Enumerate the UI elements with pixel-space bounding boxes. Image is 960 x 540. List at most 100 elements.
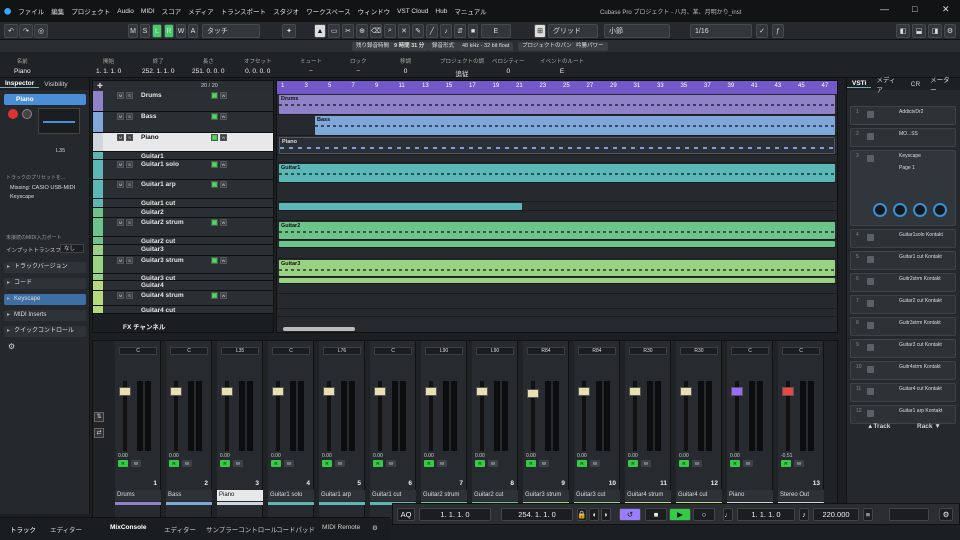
quick-control-knob[interactable] bbox=[933, 203, 947, 217]
instrument-name[interactable]: Guitr3strm Kontakt bbox=[899, 320, 941, 326]
write-button[interactable]: W bbox=[335, 460, 345, 467]
instrument-slot[interactable]: 1 AddictvDr2 bbox=[850, 106, 956, 125]
track-name[interactable]: Guitar1 bbox=[141, 153, 164, 159]
instrument-slot[interactable]: 7 Guitar2 cut Kontakt bbox=[850, 295, 956, 314]
channel-name[interactable]: Guitar1 solo bbox=[268, 490, 314, 501]
track-row[interactable]: Guitar1 arp M S R W bbox=[93, 180, 273, 199]
track-row[interactable]: Guitar1 cut bbox=[93, 199, 273, 208]
auto-quantize-button[interactable]: AQ bbox=[397, 508, 415, 521]
channel-name[interactable]: Guitar2 cut bbox=[472, 490, 518, 501]
track-s-button[interactable]: S bbox=[126, 181, 133, 188]
track-m-button[interactable]: M bbox=[117, 161, 124, 168]
pan-control[interactable]: L90 bbox=[476, 347, 514, 355]
comp-tool-icon[interactable]: ⇵ bbox=[454, 24, 466, 38]
track-lane[interactable] bbox=[277, 183, 837, 202]
channel-name[interactable]: Guitar4 strum bbox=[625, 490, 671, 501]
instrument-slot[interactable]: 11 Guitar4 cut Kontakt bbox=[850, 383, 956, 402]
track-s-button[interactable]: S bbox=[126, 92, 133, 99]
info-length[interactable]: 長さ 251. 0. 0. 0 bbox=[192, 57, 225, 75]
info-root[interactable]: イベントのルート E bbox=[540, 57, 584, 75]
track-m-button[interactable]: M bbox=[117, 292, 124, 299]
midi-input-value[interactable]: Missing: CASIO USB-MIDI bbox=[10, 185, 75, 191]
track-m-button[interactable]: M bbox=[117, 181, 124, 188]
info-velocity[interactable]: ベロシティー 0 bbox=[492, 57, 525, 75]
channel-name[interactable]: Guitar4 cut bbox=[676, 490, 722, 501]
track-name[interactable]: Drums bbox=[141, 92, 162, 99]
read-state-button[interactable]: R bbox=[164, 24, 174, 38]
fader-value[interactable]: 0.00 bbox=[628, 453, 638, 459]
read-button[interactable]: R bbox=[373, 460, 383, 467]
channel-name[interactable]: Bass bbox=[166, 490, 212, 501]
instrument-slot[interactable]: 12 Guitar1 arp Kontakt bbox=[850, 405, 956, 424]
instrument-name[interactable]: Guitar3 cut Kontakt bbox=[899, 342, 942, 348]
fader-handle[interactable] bbox=[323, 387, 335, 396]
track-name[interactable]: Guitar2 strum bbox=[141, 219, 184, 226]
track-lane[interactable]: Bass bbox=[277, 115, 837, 136]
transport-spare-field[interactable] bbox=[889, 508, 929, 521]
minimize-button[interactable]: — bbox=[880, 4, 889, 14]
channel-name[interactable]: Guitar2 strum bbox=[421, 490, 467, 501]
fader-value[interactable]: 0.00 bbox=[118, 453, 128, 459]
instrument-name[interactable]: Guitar1solo Kontakt bbox=[899, 232, 943, 238]
track-s-button[interactable]: S bbox=[126, 219, 133, 226]
power-icon[interactable] bbox=[867, 256, 874, 263]
pan-law-value[interactable]: 吟勝パワー bbox=[572, 42, 608, 51]
settings-icon[interactable]: ⚙ bbox=[944, 24, 956, 38]
track-r-button[interactable]: R bbox=[211, 257, 218, 264]
power-icon[interactable] bbox=[867, 388, 874, 395]
mixer-route-icon[interactable]: ⇄ bbox=[94, 428, 104, 438]
automation-mode-select[interactable]: タッチ bbox=[202, 24, 260, 38]
add-track-icon[interactable]: ✚ bbox=[97, 82, 103, 90]
track-r-button[interactable]: R bbox=[211, 92, 218, 99]
pan-control[interactable]: R30 bbox=[629, 347, 667, 355]
fx-channel-folder[interactable]: FX チャンネル bbox=[123, 321, 165, 331]
volume-slider[interactable] bbox=[43, 121, 75, 123]
tab-editor[interactable]: エディター bbox=[164, 524, 196, 534]
midi-part[interactable]: Guitar1 bbox=[279, 164, 835, 182]
quick-control-page[interactable]: Page 1 bbox=[899, 165, 915, 171]
instrument-name[interactable]: Guitar1 arp Kontakt bbox=[899, 408, 942, 414]
grid-size-select[interactable]: 小節 bbox=[604, 24, 670, 38]
read-button[interactable]: R bbox=[628, 460, 638, 467]
menu-audio[interactable]: Audio bbox=[117, 8, 134, 15]
quantize-apply-icon[interactable]: ✓ bbox=[756, 24, 768, 38]
mixer-channel[interactable]: C 0.00 R W 1 Drums bbox=[115, 341, 161, 519]
track-r-button[interactable]: R bbox=[211, 181, 218, 188]
mixer-channel[interactable]: C 0.00 R W 6 Guitar1 cut bbox=[370, 341, 416, 519]
pan-control[interactable]: C bbox=[170, 347, 208, 355]
channel-name[interactable]: Piano bbox=[217, 490, 263, 501]
read-button[interactable]: R bbox=[118, 460, 128, 467]
fader-value[interactable]: 0.00 bbox=[730, 453, 740, 459]
menu-manual[interactable]: マニュアル bbox=[454, 6, 486, 16]
track-lane[interactable] bbox=[277, 309, 837, 317]
track-lane[interactable] bbox=[277, 277, 837, 284]
listen-state-button[interactable]: L bbox=[152, 24, 162, 38]
write-button[interactable]: W bbox=[641, 460, 651, 467]
mixer-channel[interactable]: C -0.51 R W 13 Stereo Out bbox=[778, 341, 824, 519]
info-transpose[interactable]: 移調 0 bbox=[400, 57, 411, 75]
stop-button[interactable]: ■ bbox=[645, 508, 667, 521]
read-button[interactable]: R bbox=[577, 460, 587, 467]
undo-icon[interactable]: ↶ bbox=[4, 24, 18, 38]
pan-control[interactable]: C bbox=[731, 347, 769, 355]
track-row[interactable]: Guitar3 cut bbox=[93, 274, 273, 281]
section-chords[interactable]: コード bbox=[4, 278, 86, 289]
mixer-channel[interactable]: R30 0.00 R W 11 Guitar4 strum bbox=[625, 341, 671, 519]
constrain-icon[interactable]: ✦ bbox=[282, 24, 296, 38]
record-button[interactable]: ○ bbox=[693, 508, 715, 521]
read-button[interactable]: R bbox=[526, 460, 536, 467]
track-name[interactable]: Guitar2 bbox=[141, 209, 164, 216]
snap-type-select[interactable]: E bbox=[481, 24, 511, 38]
menu-score[interactable]: スコア bbox=[162, 6, 182, 16]
menu-workspace[interactable]: ワークスペース bbox=[306, 6, 351, 16]
track-name[interactable]: Guitar4 bbox=[141, 282, 164, 289]
mixer-channel[interactable]: C 0.00 R W 2 Bass bbox=[166, 341, 212, 519]
mixer-channel[interactable]: L76 0.00 R W 5 Guitar1 arp bbox=[319, 341, 365, 519]
layout-right-icon[interactable]: ◨ bbox=[928, 24, 942, 38]
line-tool-icon[interactable]: ╱ bbox=[426, 24, 438, 38]
read-button[interactable]: R bbox=[730, 460, 740, 467]
pan-control[interactable]: C bbox=[119, 347, 157, 355]
midi-part[interactable] bbox=[279, 241, 835, 247]
track-w-button[interactable]: W bbox=[220, 113, 227, 120]
track-w-button[interactable]: W bbox=[220, 181, 227, 188]
